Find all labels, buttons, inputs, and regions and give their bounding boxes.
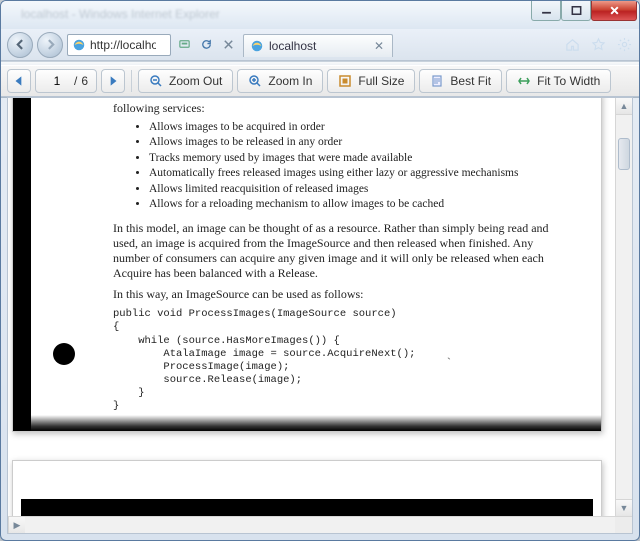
minimize-button[interactable] bbox=[531, 1, 561, 21]
address-bar[interactable] bbox=[67, 34, 171, 56]
paragraph-1: In this model, an image can be thought o… bbox=[113, 221, 561, 281]
vertical-scrollbar[interactable]: ▲ ▼ bbox=[615, 98, 632, 516]
nav-row: localhost ✕ bbox=[1, 29, 639, 61]
close-button[interactable] bbox=[591, 1, 637, 21]
back-arrow-icon bbox=[14, 38, 27, 51]
next-page-button[interactable] bbox=[101, 69, 125, 93]
tab-title: localhost bbox=[269, 39, 316, 53]
ie-icon bbox=[72, 38, 86, 52]
horizontal-scrollbar[interactable]: ◀ ▶ bbox=[8, 516, 632, 533]
list-item: Tracks memory used by images that were m… bbox=[149, 151, 561, 165]
compat-view-button[interactable] bbox=[175, 36, 193, 54]
favorites-button[interactable] bbox=[589, 36, 607, 54]
prev-page-button[interactable] bbox=[7, 69, 31, 93]
command-bar-right bbox=[563, 36, 633, 54]
list-item: Allows images to be acquired in order bbox=[149, 120, 561, 134]
fit-to-width-button[interactable]: Fit To Width bbox=[506, 69, 611, 93]
zoom-in-button[interactable]: Zoom In bbox=[237, 69, 323, 93]
scroll-thumb-v[interactable] bbox=[618, 138, 630, 170]
zoom-out-icon bbox=[149, 74, 163, 88]
zoom-out-label: Zoom Out bbox=[169, 74, 222, 88]
fit-to-width-icon bbox=[517, 74, 531, 88]
scan-left-edge bbox=[13, 98, 31, 431]
scroll-right-button[interactable]: ▶ bbox=[8, 517, 25, 534]
home-icon bbox=[565, 37, 580, 52]
scroll-up-button[interactable]: ▲ bbox=[616, 98, 632, 115]
full-size-button[interactable]: Full Size bbox=[327, 69, 415, 93]
maximize-icon bbox=[571, 5, 582, 16]
home-button[interactable] bbox=[563, 36, 581, 54]
forward-button[interactable] bbox=[37, 32, 63, 58]
maximize-button[interactable] bbox=[561, 1, 591, 21]
back-button[interactable] bbox=[7, 32, 33, 58]
scroll-corner bbox=[615, 517, 632, 534]
ie-icon bbox=[250, 39, 264, 53]
hole-punch-icon bbox=[53, 343, 75, 365]
window-title: localhost - Windows Internet Explorer bbox=[21, 7, 220, 21]
viewer-toolbar: / 6 Zoom Out Zoom In Full Size Best Fi bbox=[1, 65, 639, 97]
page-area[interactable]: following services: Allows images to be … bbox=[8, 98, 615, 516]
list-item: Allows for a reloading mechanism to allo… bbox=[149, 197, 561, 211]
stray-mark: ` bbox=[447, 355, 451, 370]
page-2-sheet bbox=[12, 460, 602, 516]
best-fit-label: Best Fit bbox=[450, 74, 491, 88]
refresh-button[interactable] bbox=[197, 36, 215, 54]
zoom-in-icon bbox=[248, 74, 262, 88]
paragraph-2: In this way, an ImageSource can be used … bbox=[113, 287, 561, 302]
page-1-sheet: following services: Allows images to be … bbox=[12, 98, 602, 432]
page-sep: / bbox=[74, 74, 77, 88]
list-item: Allows images to be released in any orde… bbox=[149, 135, 561, 149]
document-viewer: following services: Allows images to be … bbox=[7, 97, 633, 534]
stop-icon bbox=[222, 38, 235, 51]
code-block: public void ProcessImages(ImageSource so… bbox=[113, 308, 561, 413]
best-fit-button[interactable]: Best Fit bbox=[419, 69, 502, 93]
page-indicator[interactable]: / 6 bbox=[35, 69, 97, 93]
full-size-label: Full Size bbox=[358, 74, 404, 88]
minimize-icon bbox=[541, 5, 552, 16]
sheet-bottom-shadow bbox=[21, 415, 601, 431]
gear-icon bbox=[617, 37, 632, 52]
page-gap bbox=[8, 444, 598, 460]
best-fit-icon bbox=[430, 74, 444, 88]
zoom-in-label: Zoom In bbox=[268, 74, 312, 88]
stop-button[interactable] bbox=[219, 36, 237, 54]
list-item: Automatically frees released images usin… bbox=[149, 166, 561, 180]
tools-button[interactable] bbox=[615, 36, 633, 54]
lead-in-text: following services: bbox=[113, 101, 205, 115]
services-list: Allows images to be acquired in order Al… bbox=[149, 120, 561, 211]
ie-window: localhost - Windows Internet Explorer bbox=[0, 0, 640, 541]
forward-arrow-icon bbox=[44, 38, 57, 51]
tab-close-icon[interactable]: ✕ bbox=[374, 39, 384, 53]
tab-strip: localhost ✕ bbox=[243, 33, 393, 57]
tab-localhost[interactable]: localhost ✕ bbox=[243, 34, 393, 57]
scroll-down-button[interactable]: ▼ bbox=[616, 499, 632, 516]
compat-icon bbox=[178, 38, 191, 51]
refresh-icon bbox=[200, 38, 213, 51]
page-current-input[interactable] bbox=[44, 74, 70, 88]
viewer-host: / 6 Zoom Out Zoom In Full Size Best Fi bbox=[1, 61, 639, 98]
zoom-out-button[interactable]: Zoom Out bbox=[138, 69, 233, 93]
triangle-left-icon bbox=[12, 74, 26, 88]
list-item: Allows limited reacquisition of released… bbox=[149, 182, 561, 196]
scan-black-band bbox=[21, 499, 593, 516]
fit-to-width-label: Fit To Width bbox=[537, 74, 600, 88]
close-icon bbox=[609, 5, 620, 16]
titlebar: localhost - Windows Internet Explorer bbox=[1, 1, 639, 29]
page-total: 6 bbox=[81, 74, 88, 88]
star-icon bbox=[591, 37, 606, 52]
full-size-icon bbox=[338, 74, 352, 88]
url-input[interactable] bbox=[90, 38, 156, 52]
triangle-right-icon bbox=[106, 74, 120, 88]
document-content: following services: Allows images to be … bbox=[13, 98, 601, 431]
